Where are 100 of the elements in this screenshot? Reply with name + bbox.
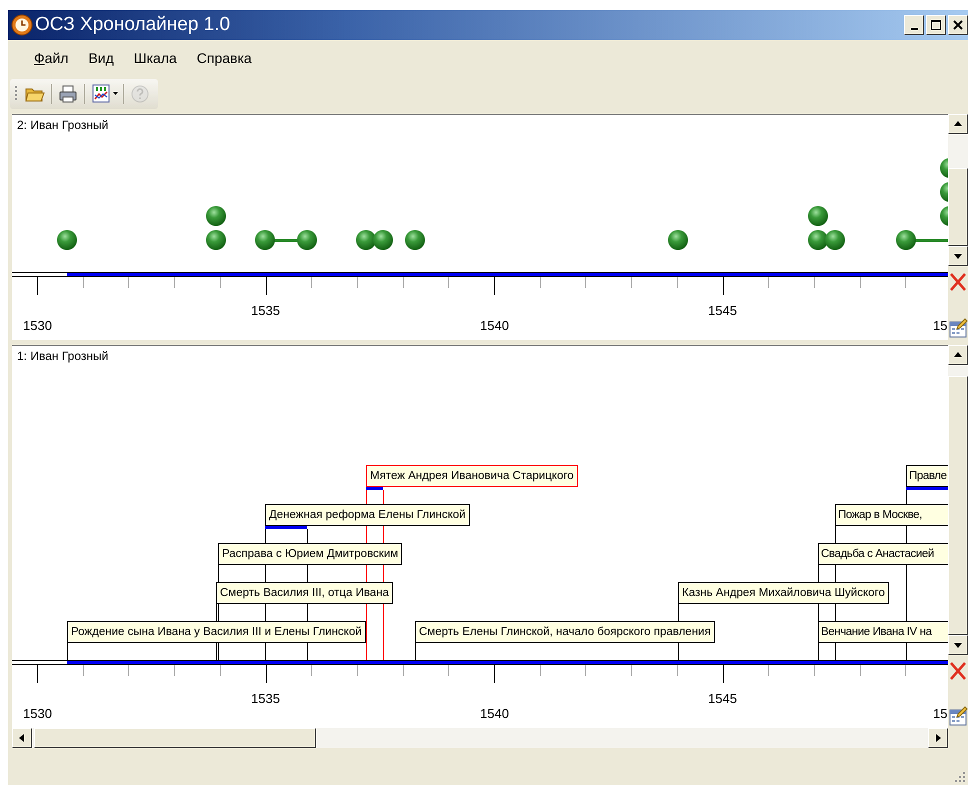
tick-label: 15 — [933, 318, 948, 333]
scroll-down-button[interactable] — [948, 635, 968, 655]
tick-mark — [585, 665, 586, 676]
vertical-scrollbar[interactable] — [948, 345, 968, 655]
tick-label: 1545 — [708, 303, 737, 318]
event-marker[interactable] — [206, 206, 226, 226]
event-span-marker[interactable] — [255, 230, 317, 250]
event-marker[interactable] — [57, 230, 77, 250]
event-label[interactable]: Венчание Ивана IV на — [818, 621, 948, 643]
event-label[interactable]: Смерть Елены Глинской, начало боярского правления — [415, 621, 715, 643]
tick-label: 1545 — [708, 691, 737, 706]
caret-icon — [113, 92, 118, 96]
tick-mark — [311, 277, 312, 288]
event-marker[interactable] — [825, 230, 845, 250]
event-span-marker[interactable] — [356, 230, 393, 250]
calendar-icon[interactable] — [948, 705, 968, 727]
duration-bar — [366, 487, 383, 490]
menu-item[interactable]: Файл — [24, 50, 78, 66]
tick-mark — [494, 277, 495, 295]
scroll-thumb[interactable] — [34, 728, 316, 748]
event-span-marker[interactable] — [896, 230, 948, 250]
tick-mark — [677, 665, 678, 676]
maximize-button[interactable] — [926, 15, 946, 35]
help-icon — [129, 83, 151, 105]
tick-mark — [174, 665, 175, 676]
close-button[interactable] — [948, 15, 968, 35]
tick-mark — [311, 665, 312, 676]
scroll-right-button[interactable] — [928, 728, 948, 748]
event-marker[interactable] — [808, 206, 828, 226]
tick-mark — [83, 665, 84, 676]
tick-mark — [905, 665, 906, 676]
app-clock-icon — [11, 14, 33, 36]
tick-label: 1530 — [23, 706, 52, 721]
tick-label: 1535 — [251, 303, 280, 318]
leader-line — [415, 643, 416, 660]
menu-item[interactable]: Вид — [78, 50, 124, 66]
resize-grip-icon[interactable] — [954, 771, 966, 783]
tick-mark — [723, 277, 724, 295]
event-label[interactable]: Расправа с Юрием Дмитровским — [218, 543, 402, 565]
event-label[interactable]: Смерть Василия III, отца Ивана — [216, 582, 393, 604]
tick-mark — [220, 665, 221, 676]
close-icon — [953, 20, 963, 30]
tick-mark — [540, 665, 541, 676]
tick-label: 1540 — [480, 706, 509, 721]
event-marker[interactable] — [808, 230, 828, 250]
window-title: ОСЗ Хронолайнер 1.0 — [35, 14, 232, 36]
tick-mark — [357, 277, 358, 288]
panel-title: 1: Иван Грозный — [16, 348, 108, 365]
tick-mark — [860, 277, 861, 288]
tick-mark — [37, 665, 38, 683]
event-label[interactable]: Свадьба с Анастасией — [818, 543, 948, 565]
event-label[interactable]: Правле — [906, 465, 948, 487]
printer-icon — [57, 83, 79, 105]
calendar-icon[interactable] — [948, 317, 968, 339]
tick-mark — [266, 665, 267, 683]
tick-mark — [585, 277, 586, 288]
event-marker[interactable] — [405, 230, 425, 250]
tick-mark — [403, 665, 404, 676]
scroll-up-button[interactable] — [948, 345, 968, 365]
tick-mark — [768, 665, 769, 676]
scroll-thumb[interactable] — [948, 376, 968, 635]
tick-label: 1535 — [251, 691, 280, 706]
event-marker[interactable] — [668, 230, 688, 250]
duration-bar — [906, 487, 948, 490]
event-label[interactable]: Казнь Андрея Михайловича Шуйского — [678, 582, 889, 604]
minimize-button[interactable] — [904, 15, 924, 35]
tick-mark — [905, 277, 906, 288]
tick-mark — [448, 665, 449, 676]
scroll-up-button[interactable] — [948, 114, 968, 134]
tick-mark — [494, 665, 495, 683]
horizontal-scrollbar[interactable] — [12, 728, 948, 748]
tick-mark — [723, 665, 724, 683]
tick-mark — [37, 277, 38, 295]
tick-label: 1540 — [480, 318, 509, 333]
event-label[interactable]: Пожар в Москве, — [835, 504, 948, 526]
leader-line — [67, 643, 68, 660]
tick-mark — [128, 277, 129, 288]
tick-mark — [860, 665, 861, 676]
scroll-thumb[interactable] — [948, 168, 968, 246]
menu-item[interactable]: Шкала — [124, 50, 187, 66]
scroll-left-button[interactable] — [12, 728, 32, 748]
maximize-icon — [931, 20, 941, 30]
tick-mark — [768, 277, 769, 288]
scroll-down-button[interactable] — [948, 246, 968, 266]
event-label[interactable]: Мятеж Андрея Ивановича Старицкого — [366, 465, 578, 487]
vertical-scrollbar[interactable] — [948, 114, 968, 266]
tick-mark — [631, 665, 632, 676]
tick-mark — [448, 277, 449, 288]
tick-mark — [357, 665, 358, 676]
event-marker[interactable] — [206, 230, 226, 250]
event-label[interactable]: Денежная реформа Елены Глинской — [265, 504, 470, 526]
tick-label: 1530 — [23, 318, 52, 333]
menu-item[interactable]: Справка — [186, 50, 262, 66]
panel-title: 2: Иван Грозный — [16, 117, 108, 134]
duration-bar — [265, 526, 307, 529]
event-label[interactable]: Рождение сына Ивана у Василия III и Елены Глинской — [67, 621, 366, 643]
tick-mark — [266, 277, 267, 295]
tick-label: 15 — [933, 706, 948, 721]
minimize-icon — [910, 28, 918, 30]
tick-mark — [631, 277, 632, 288]
